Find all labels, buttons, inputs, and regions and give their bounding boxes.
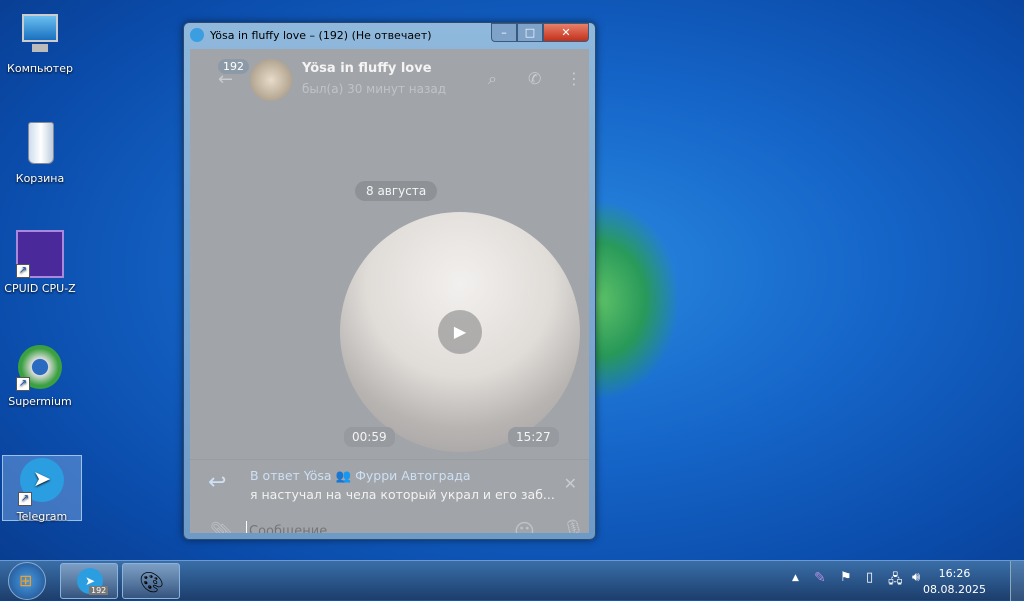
recycle-bin-icon — [16, 120, 64, 168]
reply-text: я настучал на чела который украл и его з… — [250, 487, 555, 502]
more-icon[interactable]: ⋮ — [566, 69, 582, 88]
clock-date: 08.08.2025 — [923, 583, 986, 596]
message-time: 15:27 — [508, 427, 559, 447]
message-composer: 📎︎ ☺ 🎙︎ — [190, 511, 589, 533]
volume-icon[interactable]: 🔊︎ — [912, 570, 920, 585]
shortcut-arrow-icon: ↗ — [18, 492, 32, 506]
desktop-icon-label: Supermium — [8, 395, 72, 408]
window-title: Yösa in fluffy love – (192) (Не отвечает… — [210, 28, 432, 42]
desktop-icon-label: Корзина — [15, 172, 65, 185]
cpuz-icon: ↗ — [16, 230, 64, 278]
search-icon[interactable]: ⌕ — [488, 69, 497, 89]
telegram-window: Yösa in fluffy love – (192) (Не отвечает… — [183, 22, 596, 540]
computer-icon — [16, 10, 64, 58]
desktop-icon-computer[interactable]: Компьютер — [0, 10, 80, 75]
tray-expand-icon[interactable]: ▲ — [792, 573, 799, 583]
video-duration: 00:59 — [344, 427, 395, 447]
message-input[interactable] — [246, 521, 496, 533]
reply-header: В ответ Yösa 👥 Фурри Автограда — [250, 468, 471, 483]
battery-icon[interactable]: ▯ — [866, 570, 873, 585]
taskbar-telegram[interactable]: ➤ 192 — [60, 563, 118, 599]
desktop-icon-telegram[interactable]: ➤ ↗ Telegram — [2, 455, 82, 523]
network-icon[interactable]: 🖧︎ — [888, 570, 903, 592]
shortcut-arrow-icon: ↗ — [16, 264, 30, 278]
minimize-button[interactable]: – — [491, 23, 517, 42]
date-separator: 8 августа — [355, 181, 438, 201]
play-icon[interactable]: ▶ — [438, 310, 482, 354]
taskbar-paint[interactable]: 🎨︎ — [122, 563, 180, 599]
taskbar-badge: 192 — [89, 586, 109, 595]
desktop-icon-recycle-bin[interactable]: Корзина — [0, 120, 80, 185]
desktop-icon-label: CPUID CPU-Z — [4, 282, 76, 295]
maximize-button[interactable]: □ — [517, 23, 543, 42]
show-desktop-button[interactable] — [1010, 561, 1024, 601]
windows-logo-icon: ⊞ — [19, 571, 33, 590]
close-button[interactable]: ✕ — [543, 23, 589, 42]
clock-time: 16:26 — [938, 567, 971, 580]
desktop-icon-cpuz[interactable]: ↗ CPUID CPU-Z — [0, 230, 80, 295]
avatar[interactable] — [250, 59, 292, 101]
video-message[interactable]: ▶ — [340, 212, 580, 452]
reply-preview: ↩ В ответ Yösa 👥 Фурри Автограда я насту… — [190, 459, 589, 511]
phone-icon[interactable]: ✆ — [528, 69, 541, 88]
chat-header: ← 192 Yösa in fluffy love был(а) 30 мину… — [190, 49, 589, 107]
chat-area: ← 192 Yösa in fluffy love был(а) 30 мину… — [190, 49, 589, 533]
telegram-icon — [190, 28, 204, 42]
start-button[interactable]: ⊞ — [8, 562, 46, 600]
unread-badge: 192 — [218, 59, 249, 74]
chat-status: был(а) 30 минут назад — [302, 82, 446, 96]
action-center-flag-icon[interactable]: ⚑ — [840, 570, 852, 585]
attach-icon[interactable]: 📎︎ — [210, 521, 233, 533]
feather-icon[interactable]: ✎ — [814, 570, 826, 586]
clock[interactable]: 16:26 08.08.2025 — [923, 566, 986, 598]
taskbar: ⊞ ➤ 192 🎨︎ ▲ ✎ ⚑ ▯ 🖧︎ 🔊︎ 16:26 08.08.202… — [0, 560, 1024, 601]
paint-palette-icon: 🎨︎ — [139, 570, 165, 594]
close-reply-icon[interactable]: ✕ — [564, 474, 577, 493]
chat-name[interactable]: Yösa in fluffy love — [302, 61, 432, 76]
microphone-icon[interactable]: 🎙︎ — [562, 519, 585, 533]
supermium-icon: ↗ — [16, 343, 64, 391]
desktop-icon-label: Telegram — [16, 510, 68, 523]
desktop-icon-supermium[interactable]: ↗ Supermium — [0, 343, 80, 408]
shortcut-arrow-icon: ↗ — [16, 377, 30, 391]
telegram-icon: ➤ ↗ — [18, 458, 66, 506]
emoji-icon[interactable]: ☺ — [514, 519, 535, 533]
reply-icon: ↩ — [208, 470, 227, 495]
desktop-icon-label: Компьютер — [7, 62, 73, 75]
